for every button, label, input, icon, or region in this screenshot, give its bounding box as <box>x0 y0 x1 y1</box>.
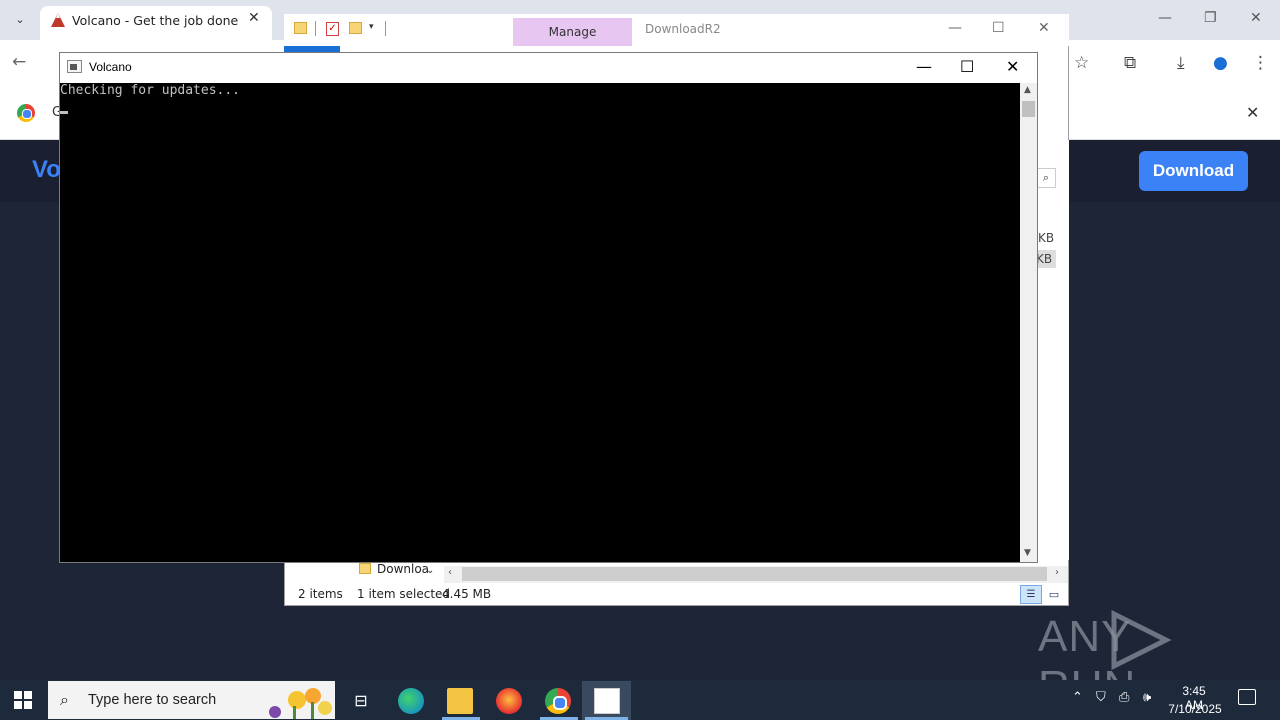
console-close-icon[interactable]: ✕ <box>1006 57 1019 76</box>
scroll-right-icon[interactable]: › <box>1055 567 1059 578</box>
chrome-logo-icon <box>17 104 35 122</box>
divider <box>315 21 316 36</box>
network-icon[interactable]: ⎙ <box>1119 690 1129 705</box>
divider <box>385 21 386 36</box>
clock-date[interactable]: 7/10/2025 <box>1162 702 1228 716</box>
explorer-close-icon[interactable]: ✕ <box>1038 20 1050 36</box>
console-window-icon[interactable] <box>594 688 620 714</box>
search-placeholder: Type here to search <box>88 692 217 708</box>
tray-overflow-chevron-icon[interactable]: ⌃ <box>1072 690 1083 705</box>
customize-qat-icon[interactable]: ▾ <box>369 22 374 32</box>
details-view-icon[interactable]: ☰ <box>1020 585 1042 604</box>
explorer-minimize-icon[interactable]: — <box>948 20 962 36</box>
console-output-text: Checking for updates... <box>60 83 241 98</box>
info-bar-close-icon[interactable]: ✕ <box>1246 103 1259 122</box>
scroll-up-icon[interactable]: ▲ <box>1024 85 1031 95</box>
windows-start-icon[interactable] <box>14 691 32 709</box>
scrollbar-thumb[interactable] <box>1022 101 1035 117</box>
file-list-edge <box>1037 140 1069 560</box>
download-button[interactable]: Download <box>1139 151 1248 191</box>
site-logo[interactable]: Vo <box>32 156 61 184</box>
tab-search-button[interactable]: ⌄ <box>8 8 32 32</box>
search-highlight-flowers-icon <box>269 688 332 719</box>
status-size: 4.45 MB <box>442 587 492 601</box>
console-minimize-icon[interactable]: — <box>916 57 932 76</box>
search-icon: ⌕ <box>60 690 69 709</box>
profile-icon[interactable]: ● <box>1213 53 1228 73</box>
explorer-title: DownloadR2 <box>645 22 721 36</box>
menu-kebab-icon[interactable]: ⋮ <box>1252 53 1269 73</box>
tab-close-icon[interactable]: ✕ <box>248 10 260 26</box>
task-view-icon[interactable]: ⊟ <box>348 688 374 714</box>
tab-manage[interactable]: Manage <box>513 18 632 46</box>
console-maximize-icon[interactable]: ☐ <box>960 57 974 76</box>
chevron-down-icon[interactable]: ⌄ <box>426 565 434 576</box>
folder-icon <box>359 563 371 574</box>
volume-icon[interactable]: 🕪 <box>1143 690 1151 705</box>
status-selection: 1 item selected <box>357 587 451 601</box>
new-folder-icon[interactable] <box>349 22 362 34</box>
file-size-cell: KB <box>1038 231 1055 245</box>
nav-pane-item-downloads[interactable]: Downloa <box>377 562 429 576</box>
console-title: Volcano <box>89 60 132 74</box>
bookmark-star-icon[interactable]: ☆ <box>1074 53 1089 73</box>
console-app-icon <box>67 60 82 73</box>
close-icon[interactable]: ✕ <box>1250 10 1262 26</box>
notification-center-icon[interactable] <box>1238 689 1256 705</box>
chrome-icon[interactable] <box>545 688 571 714</box>
properties-icon[interactable]: ✓ <box>326 22 339 36</box>
large-icons-view-icon[interactable]: ▭ <box>1045 585 1063 604</box>
console-output-area[interactable] <box>60 83 1020 562</box>
volcano-favicon <box>51 13 65 27</box>
minimize-icon[interactable]: — <box>1158 10 1172 26</box>
edge-icon[interactable] <box>398 688 424 714</box>
scrollbar-thumb[interactable] <box>462 567 1047 581</box>
downloads-icon[interactable]: ⤓ <box>1177 53 1185 73</box>
console-vertical-scrollbar[interactable] <box>1020 83 1037 562</box>
tab-title: Volcano - Get the job done <box>72 13 239 28</box>
scroll-left-icon[interactable]: ‹ <box>448 567 452 578</box>
security-icon[interactable]: ⛉ <box>1096 690 1106 705</box>
scroll-down-icon[interactable]: ▼ <box>1024 548 1031 558</box>
file-explorer-icon[interactable] <box>447 688 473 714</box>
file-size-cell-selected[interactable]: KB <box>1036 250 1056 268</box>
explorer-maximize-icon[interactable]: ☐ <box>992 20 1005 36</box>
search-icon[interactable]: ⌕ <box>1036 168 1056 188</box>
status-item-count: 2 items <box>298 587 343 601</box>
console-cursor <box>60 111 68 114</box>
folder-icon[interactable] <box>294 22 307 34</box>
restore-icon[interactable]: ❐ <box>1204 10 1217 26</box>
extensions-icon[interactable]: ⧉ <box>1124 53 1136 73</box>
play-logo-icon <box>1111 610 1172 670</box>
firefox-icon[interactable] <box>496 688 522 714</box>
back-arrow-icon[interactable]: ← <box>12 52 26 72</box>
